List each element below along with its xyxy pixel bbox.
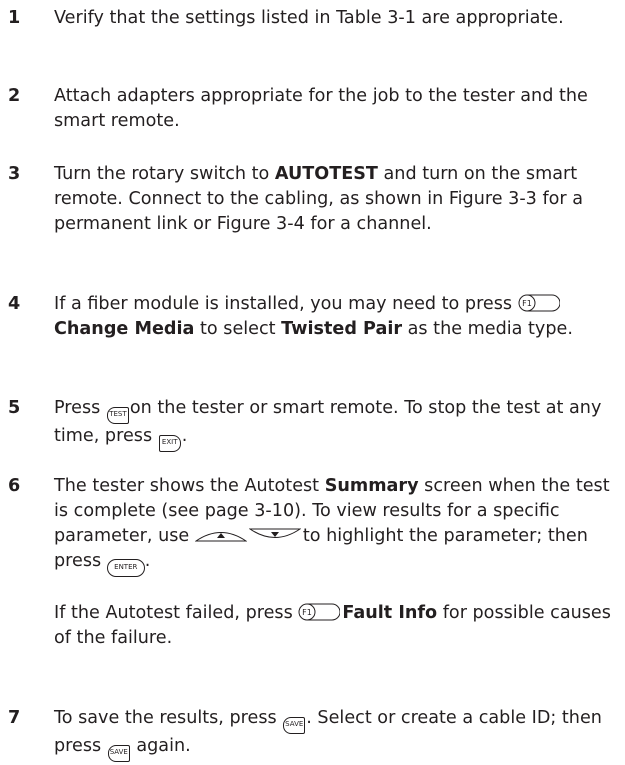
step-number: 4 [8,294,21,314]
test-key-icon: TEST [106,407,129,424]
enter-key-icon: ENTER [106,559,145,577]
step-text: Attach adapters appropriate for the job … [54,84,614,134]
up-arrow-key-icon [194,526,247,544]
step-paragraph: Turn the rotary switch to AUTOTEST and t… [54,162,614,237]
step-paragraph: The tester shows the Autotest Summary sc… [54,474,614,577]
text: The tester shows the Autotest [54,476,325,496]
step-text: Press TEST on the tester or smart remote.… [54,396,614,452]
step-text: The tester shows the Autotest Summary sc… [54,474,614,651]
key-label: F1 [522,299,532,308]
save-key-icon: SAVE [107,745,130,762]
text: If a fiber module is installed, you may … [54,294,513,314]
step-number: 1 [8,8,21,28]
step-text: To save the results, press SAVE. Select … [54,706,614,762]
down-arrow-key-icon [248,526,301,544]
f1-softkey-icon: F1 [298,603,341,621]
bold-term: Fault Info [342,603,438,623]
step-paragraph: Verify that the settings listed in Table… [54,8,564,28]
step-text: Verify that the settings listed in Table… [54,6,614,31]
text: If the Autotest failed, press [54,603,293,623]
bold-term: Summary [324,476,419,496]
step-paragraph: Attach adapters appropriate for the job … [54,86,588,131]
text: . [181,426,188,446]
step-number: 2 [8,86,21,106]
manual-page: 1 Verify that the settings listed in Tab… [0,0,625,765]
text: on the tester or smart remote. To stop t… [54,398,602,446]
step-paragraph: If the Autotest failed, press F1 Fault I… [54,601,614,651]
step-text: Turn the rotary switch to AUTOTEST and t… [54,162,614,237]
text: To save the results, press [54,708,277,728]
text: as the media type. [402,319,573,339]
step-paragraph: To save the results, press SAVE. Select … [54,706,614,762]
bold-term: AUTOTEST [274,164,378,184]
step-number: 5 [8,398,21,418]
save-key-icon: SAVE [283,717,306,734]
text: Press [54,398,101,418]
step-number: 3 [8,164,21,184]
f1-softkey-icon: F1 [518,294,560,312]
step-number: 7 [8,708,21,728]
bold-term: Twisted Pair [281,319,403,339]
step-paragraph: Press TEST on the tester or smart remote.… [54,396,614,452]
text: Turn the rotary switch to [54,164,275,184]
key-label: F1 [303,608,313,617]
text: . [144,551,151,571]
step-paragraph: If a fiber module is installed, you may … [54,292,614,342]
exit-key-icon: EXIT [158,435,181,452]
text: to select [194,319,282,339]
step-text: If a fiber module is installed, you may … [54,292,614,342]
step-number: 6 [8,476,21,496]
text: again. [130,736,191,756]
bold-term: Change Media [54,319,195,339]
